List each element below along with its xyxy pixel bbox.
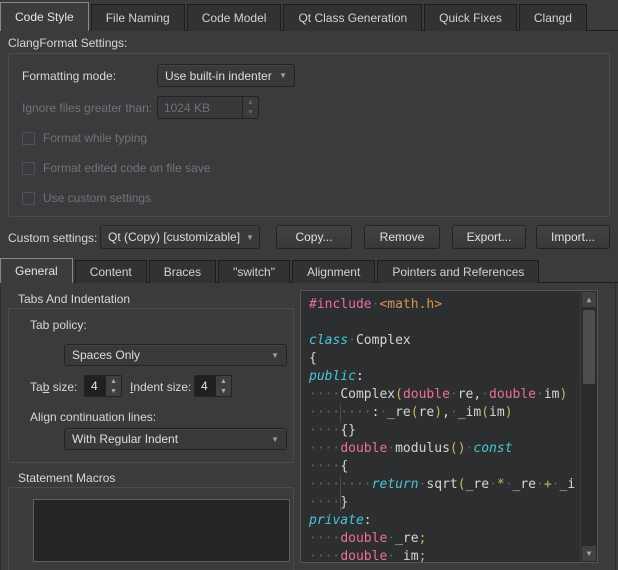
statement-macros-title: Statement Macros — [18, 471, 115, 485]
tab-size-label: Tab size: — [30, 380, 77, 394]
spin-up-icon[interactable]: ▲ — [106, 376, 121, 386]
spin-down-icon: ▼ — [243, 108, 258, 119]
export-button[interactable]: Export... — [452, 225, 526, 249]
align-continuation-value: With Regular Indent — [72, 432, 178, 446]
align-continuation-label: Align continuation lines: — [30, 410, 156, 424]
code-line: class·Complex — [309, 332, 579, 350]
tab-code-style[interactable]: Code Style — [0, 2, 89, 31]
use-custom-settings-row: Use custom settings — [22, 191, 151, 205]
code-line: ····{ — [309, 458, 579, 476]
format-while-typing-label: Format while typing — [43, 131, 147, 145]
tab-quick-fixes[interactable]: Quick Fixes — [424, 4, 517, 31]
chevron-down-icon: ▼ — [271, 435, 279, 444]
code-line: ········:·_re(re),·_im(im) — [309, 404, 579, 422]
code-line: ····{} — [309, 422, 579, 440]
tab-size-value[interactable]: 4 — [85, 376, 105, 396]
tab-policy-select[interactable]: Spaces Only ▼ — [64, 344, 287, 366]
format-on-save-checkbox — [22, 162, 35, 175]
scroll-down-icon[interactable]: ▼ — [582, 546, 596, 561]
formatting-mode-select[interactable]: Use built-in indenter ▼ — [157, 64, 295, 87]
custom-settings-label: Custom settings: — [8, 231, 97, 245]
formatting-mode-label: Formatting mode: — [22, 69, 116, 83]
tab-content[interactable]: Content — [75, 260, 147, 283]
custom-settings-select[interactable]: Qt (Copy) [customizable] ▼ — [100, 225, 260, 249]
style-tabbar: General Content Braces "switch" Alignmen… — [0, 258, 541, 283]
tabs-indentation-title: Tabs And Indentation — [18, 292, 130, 306]
spin-down-icon[interactable]: ▼ — [216, 386, 231, 396]
format-while-typing-checkbox — [22, 132, 35, 145]
code-line: ····Complex(double·re,·double·im) — [309, 386, 579, 404]
indent-size-spinner[interactable]: 4 ▲ ▼ — [194, 375, 232, 397]
tab-file-naming[interactable]: File Naming — [91, 4, 185, 31]
code-line: ····double·modulus()·const — [309, 440, 579, 458]
tab-clangd[interactable]: Clangd — [519, 4, 587, 31]
spin-down-icon[interactable]: ▼ — [106, 386, 121, 396]
align-continuation-select[interactable]: With Regular Indent ▼ — [64, 428, 287, 450]
use-custom-settings-label: Use custom settings — [43, 191, 151, 205]
scrollbar-thumb[interactable] — [583, 310, 595, 384]
tab-pointers-references[interactable]: Pointers and References — [377, 260, 539, 283]
format-on-save-row: Format edited code on file save — [22, 161, 210, 175]
tab-general[interactable]: General — [0, 258, 73, 283]
code-line: #include·<math.h> — [309, 296, 579, 314]
copy-button[interactable]: Copy... — [276, 225, 352, 249]
use-custom-settings-checkbox — [22, 192, 35, 205]
code-line: ····double·_im; — [309, 548, 579, 562]
tab-pane-right-edge — [615, 282, 616, 570]
code-preview: #include·<math.h> class·Complex{public:·… — [300, 290, 598, 563]
clangformat-settings-title: ClangFormat Settings: — [8, 36, 127, 50]
tab-policy-label: Tab policy: — [30, 318, 87, 332]
chevron-down-icon: ▼ — [279, 71, 287, 80]
import-button[interactable]: Import... — [536, 225, 610, 249]
indent-size-value[interactable]: 4 — [195, 376, 215, 396]
indent-guide — [340, 476, 341, 512]
code-line: ····double·_re; — [309, 530, 579, 548]
remove-button[interactable]: Remove — [364, 225, 440, 249]
tab-alignment[interactable]: Alignment — [292, 260, 375, 283]
code-line — [309, 314, 579, 332]
code-line: { — [309, 350, 579, 368]
tab-code-model[interactable]: Code Model — [187, 4, 282, 31]
tab-policy-value: Spaces Only — [72, 348, 140, 362]
formatting-mode-value: Use built-in indenter — [165, 69, 272, 83]
vertical-scrollbar[interactable]: ▲ ▼ — [580, 291, 597, 562]
settings-tabbar: Code Style File Naming Code Model Qt Cla… — [0, 2, 589, 31]
ignore-files-spinner: 1024 KB ▲ ▼ — [157, 96, 259, 119]
tab-qt-class-generation[interactable]: Qt Class Generation — [283, 4, 422, 31]
format-while-typing-row: Format while typing — [22, 131, 147, 145]
tab-size-spinner[interactable]: 4 ▲ ▼ — [84, 375, 122, 397]
chevron-down-icon: ▼ — [246, 233, 254, 242]
tab-switch[interactable]: "switch" — [218, 260, 290, 283]
format-on-save-label: Format edited code on file save — [43, 161, 210, 175]
code-line: ········return·sqrt(_re·*·_re·+·_i — [309, 476, 579, 494]
indent-size-label: Indent size: — [130, 380, 191, 394]
spin-up-icon[interactable]: ▲ — [216, 376, 231, 386]
spin-up-icon: ▲ — [243, 97, 258, 108]
code-line: private: — [309, 512, 579, 530]
statement-macros-textarea[interactable] — [33, 499, 290, 562]
custom-settings-value: Qt (Copy) [customizable] — [108, 230, 240, 244]
ignore-files-value: 1024 KB — [158, 97, 242, 118]
ignore-files-label: Ignore files greater than: — [22, 101, 152, 115]
code-lines: #include·<math.h> class·Complex{public:·… — [309, 296, 579, 562]
tab-braces[interactable]: Braces — [149, 260, 216, 283]
tab-pane-left-edge — [0, 282, 1, 570]
indent-guide — [340, 404, 341, 422]
scroll-up-icon[interactable]: ▲ — [582, 292, 596, 307]
code-line: public: — [309, 368, 579, 386]
chevron-down-icon: ▼ — [271, 351, 279, 360]
code-line: ····} — [309, 494, 579, 512]
